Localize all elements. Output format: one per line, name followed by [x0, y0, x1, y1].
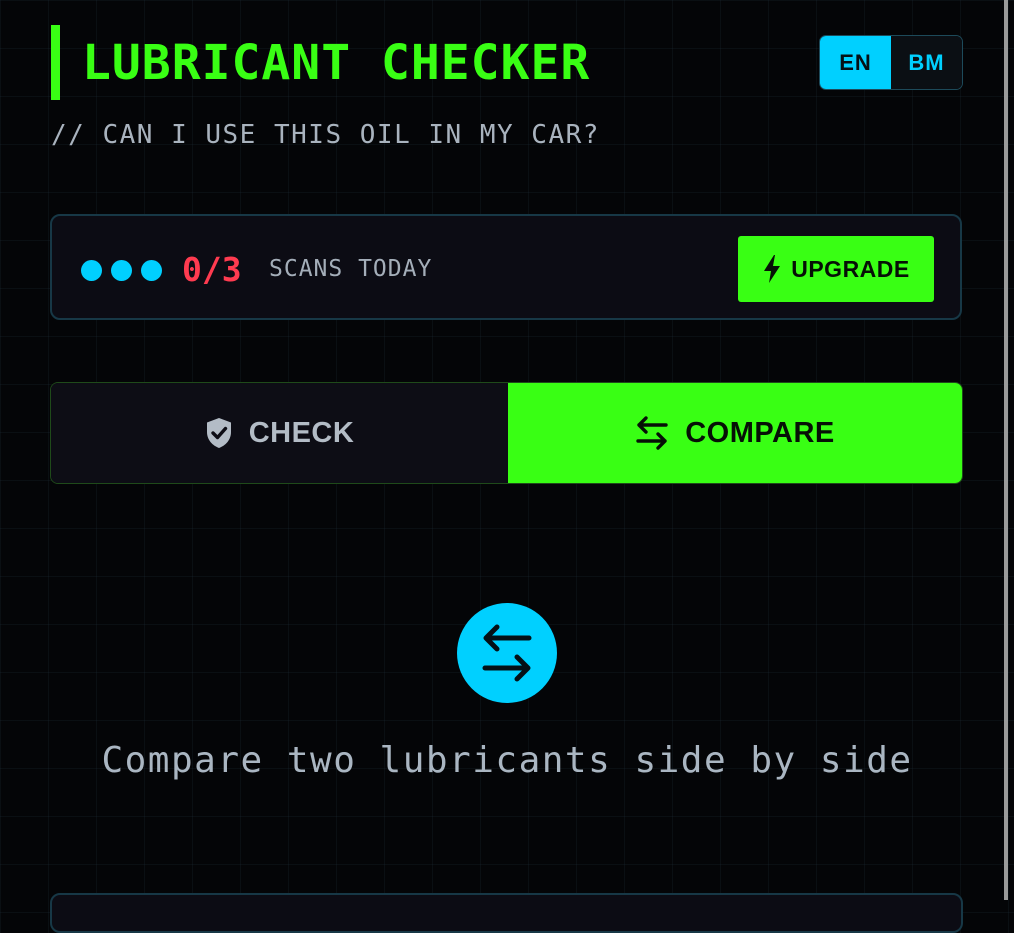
language-toggle: EN BM [819, 35, 963, 90]
page-subtitle: // CAN I USE THIS OIL IN MY CAR? [51, 120, 600, 150]
upgrade-button-label: UPGRADE [791, 255, 910, 282]
compare-description: Compare two lubricants side by side [101, 740, 913, 781]
tab-compare[interactable]: COMPARE [508, 383, 962, 483]
quota-dot [81, 260, 102, 281]
quota-dot [141, 260, 162, 281]
language-option-bm[interactable]: BM [891, 36, 962, 89]
title-accent-bar [51, 25, 60, 100]
tab-check[interactable]: CHECK [51, 383, 508, 483]
lightning-icon [764, 255, 781, 283]
shield-check-icon [206, 418, 231, 448]
scan-quota-panel: 0/3 SCANS TODAY UPGRADE [50, 214, 962, 320]
mode-tabs: CHECK COMPARE [50, 382, 963, 484]
language-option-en[interactable]: EN [820, 36, 891, 89]
scan-count-label: SCANS TODAY [269, 256, 433, 282]
tab-check-label: CHECK [248, 416, 355, 449]
page-title: LUBRICANT CHECKER [82, 35, 591, 91]
swap-arrows-icon [636, 416, 668, 450]
swap-arrows-icon [482, 624, 532, 682]
compare-hero-icon [457, 603, 557, 703]
scan-count: 0/3 [182, 250, 242, 289]
tab-compare-label: COMPARE [685, 416, 835, 449]
quota-dot [111, 260, 132, 281]
upgrade-button[interactable]: UPGRADE [738, 236, 934, 302]
compare-input-panel [50, 893, 963, 933]
